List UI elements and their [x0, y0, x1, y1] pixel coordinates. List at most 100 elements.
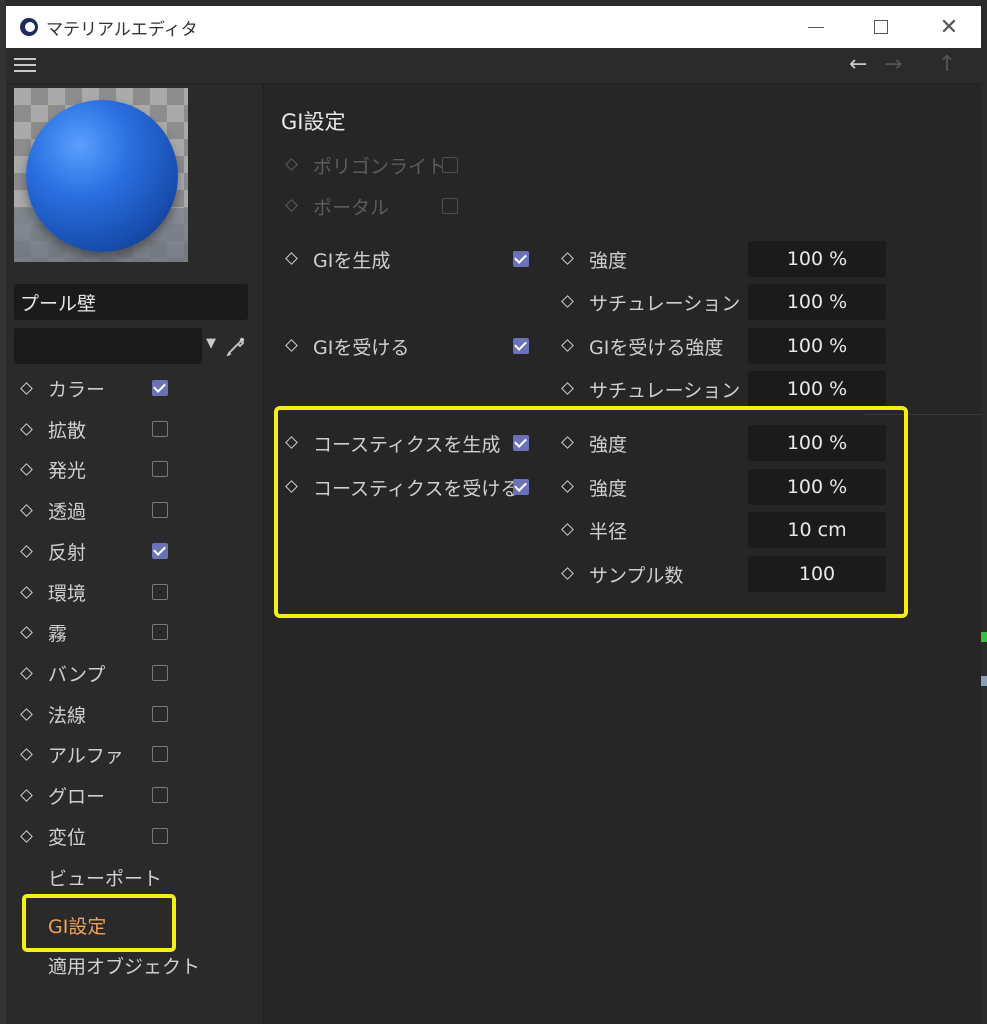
channel-checkbox[interactable]	[152, 746, 168, 762]
recv-strength-field[interactable]: 100 %	[748, 328, 886, 364]
material-layer-field[interactable]	[14, 328, 202, 364]
viewport-item[interactable]: ビューポート	[48, 864, 162, 891]
preview-sphere	[26, 100, 178, 252]
recv-saturation-field[interactable]: 100 %	[748, 371, 886, 407]
keyframe-diamond-icon	[20, 503, 33, 517]
keyframe-diamond-icon	[20, 585, 33, 599]
up-arrow-icon[interactable]: ↑	[938, 52, 956, 77]
keyframe-diamond-icon	[20, 747, 33, 761]
channel-item[interactable]: グロー	[6, 775, 264, 815]
channel-item[interactable]: 霧	[6, 612, 264, 652]
close-icon: ✕	[939, 14, 959, 40]
keyframe-diamond-icon	[561, 295, 574, 308]
title-bar: マテリアルエディタ ✕	[6, 6, 981, 48]
window-title: マテリアルエディタ	[46, 19, 198, 40]
portal-label: ポータル	[313, 197, 390, 219]
channel-label: 環境	[48, 582, 87, 605]
keyframe-diamond-icon	[20, 707, 33, 721]
gen-strength-row: 強度	[561, 241, 743, 277]
receive-gi-checkbox[interactable]	[513, 338, 529, 354]
portal-checkbox[interactable]	[442, 198, 458, 214]
keyframe-diamond-icon	[20, 544, 33, 558]
gen-strength-label: 強度	[589, 250, 628, 272]
forward-arrow-icon[interactable]: →	[884, 52, 902, 77]
channel-label: グロー	[48, 785, 106, 808]
hamburger-menu-icon[interactable]	[14, 56, 36, 74]
channel-checkbox[interactable]	[152, 624, 168, 640]
cinema4d-app-icon	[20, 18, 38, 36]
keyframe-diamond-icon	[20, 422, 33, 436]
channel-item[interactable]: アルファ	[6, 734, 264, 774]
keyframe-diamond-icon	[561, 339, 574, 352]
material-editor-window: マテリアルエディタ ✕ ← → ↑ プール壁 ▼ カラー拡散発光透過反射環境霧バ…	[6, 6, 981, 1024]
dropdown-arrow-icon[interactable]: ▼	[206, 336, 216, 351]
keyframe-diamond-icon	[20, 788, 33, 802]
channel-checkbox[interactable]	[152, 421, 168, 437]
channel-label: 拡散	[48, 419, 87, 442]
channel-item[interactable]: カラー	[6, 368, 264, 408]
generate-gi-checkbox[interactable]	[513, 251, 529, 267]
recv-saturation-label: サチュレーション	[589, 380, 741, 402]
channel-list-panel: プール壁 ▼ カラー拡散発光透過反射環境霧バンプ法線アルファグロー変位 ビューポ…	[6, 84, 264, 1024]
channel-checkbox[interactable]	[152, 787, 168, 803]
keyframe-diamond-icon	[20, 829, 33, 843]
channel-checkbox[interactable]	[152, 380, 168, 396]
gen-saturation-row: サチュレーション	[561, 284, 743, 320]
channel-item[interactable]: 法線	[6, 694, 264, 734]
gen-strength-field[interactable]: 100 %	[748, 241, 886, 277]
close-button[interactable]: ✕	[919, 6, 979, 48]
eyedropper-icon[interactable]	[226, 334, 246, 356]
edge-marker-green	[981, 632, 987, 642]
channel-item[interactable]: 反射	[6, 531, 264, 571]
minimize-button[interactable]	[786, 6, 846, 48]
channel-label: アルファ	[48, 744, 124, 767]
channel-checkbox[interactable]	[152, 461, 168, 477]
channel-label: 変位	[48, 826, 87, 849]
receive-gi-row: GIを受ける	[285, 328, 537, 364]
channel-item[interactable]: 透過	[6, 490, 264, 530]
editor-toolbar: ← → ↑	[6, 48, 981, 84]
material-name-field[interactable]: プール壁	[14, 284, 248, 320]
edge-marker-blue	[981, 676, 987, 686]
channel-item[interactable]: 発光	[6, 449, 264, 489]
background-app-right-edge	[981, 0, 987, 1024]
generate-gi-label: GIを生成	[313, 250, 391, 272]
channel-label: 霧	[48, 622, 68, 645]
channel-item[interactable]: 拡散	[6, 409, 264, 449]
keyframe-diamond-icon	[20, 625, 33, 639]
channel-checkbox[interactable]	[152, 543, 168, 559]
channel-label: 透過	[48, 500, 87, 523]
channel-checkbox[interactable]	[152, 502, 168, 518]
channel-label: バンプ	[48, 663, 106, 686]
keyframe-diamond-icon	[285, 339, 298, 352]
keyframe-diamond-icon	[285, 199, 298, 212]
gen-saturation-field[interactable]: 100 %	[748, 284, 886, 320]
channel-label: 反射	[48, 541, 87, 564]
channel-checkbox[interactable]	[152, 665, 168, 681]
channel-item[interactable]: 変位	[6, 816, 264, 856]
channel-checkbox[interactable]	[152, 828, 168, 844]
gi-settings-item[interactable]: GI設定	[48, 912, 106, 939]
assigned-objects-item[interactable]: 適用オブジェクト	[48, 952, 200, 979]
material-preview[interactable]	[14, 88, 188, 262]
back-arrow-icon[interactable]: ←	[849, 52, 867, 77]
recv-strength-label: GIを受ける強度	[589, 337, 724, 359]
keyframe-diamond-icon	[20, 381, 33, 395]
channel-item[interactable]: 環境	[6, 572, 264, 612]
polygon-light-label: ポリゴンライト	[313, 156, 447, 178]
keyframe-diamond-icon	[561, 252, 574, 265]
gen-saturation-label: サチュレーション	[589, 293, 741, 315]
generate-gi-row: GIを生成	[285, 241, 537, 277]
channel-checkbox[interactable]	[152, 584, 168, 600]
section-title: GI設定	[281, 110, 346, 134]
polygon-light-checkbox[interactable]	[442, 157, 458, 173]
polygon-light-row: ポリゴンライト	[285, 147, 487, 183]
channel-label: 法線	[48, 704, 87, 727]
maximize-button[interactable]	[851, 6, 911, 48]
receive-gi-label: GIを受ける	[313, 337, 410, 359]
channel-item[interactable]: バンプ	[6, 653, 264, 693]
keyframe-diamond-icon	[561, 382, 574, 395]
channel-checkbox[interactable]	[152, 706, 168, 722]
portal-row: ポータル	[285, 188, 487, 224]
keyframe-diamond-icon	[285, 158, 298, 171]
